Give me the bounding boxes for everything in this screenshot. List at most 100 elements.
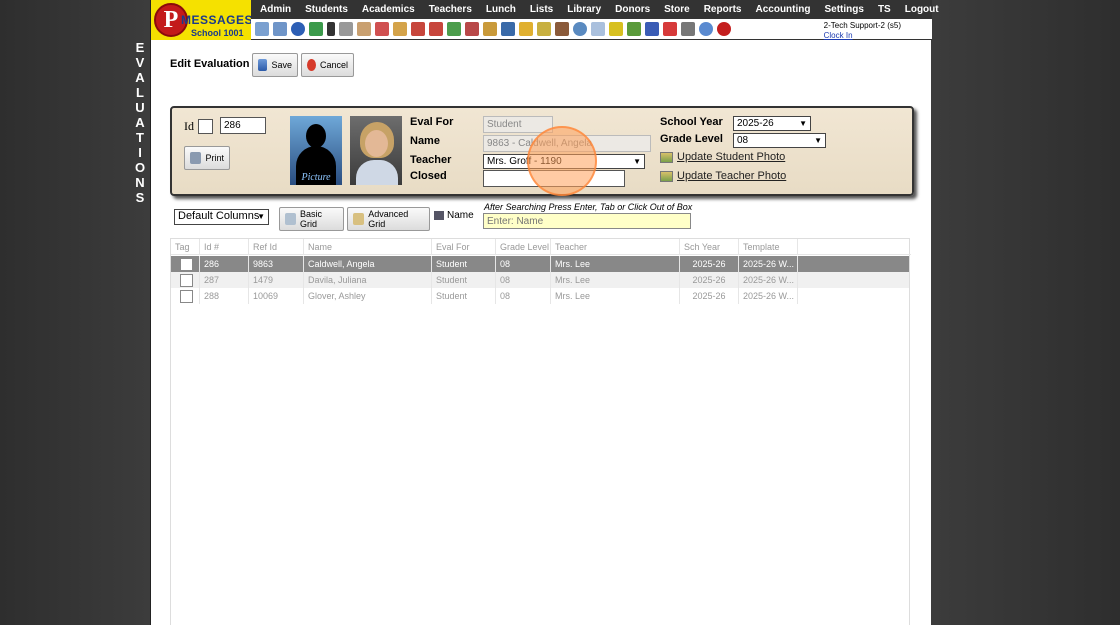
table-row[interactable]: 286 9863 Caldwell, Angela Student 08 Mrs… <box>171 256 909 272</box>
print-button[interactable]: Print <box>184 146 230 170</box>
col-eval-for[interactable]: Eval For <box>432 239 496 255</box>
col-template[interactable]: Template <box>739 239 798 255</box>
menu-store[interactable]: Store <box>657 0 697 19</box>
table-row[interactable]: 287 1479 Davila, Juliana Student 08 Mrs.… <box>171 272 909 288</box>
chart-icon[interactable] <box>627 22 641 36</box>
eval-for-label: Eval For <box>410 116 454 128</box>
advanced-grid-button[interactable]: Advanced Grid <box>347 207 430 231</box>
page-title: Edit Evaluation <box>170 58 250 70</box>
closed-field[interactable] <box>483 170 625 187</box>
search-hint: After Searching Press Enter, Tab or Clic… <box>484 202 693 212</box>
tag-checkbox[interactable] <box>198 119 213 134</box>
pdf-icon[interactable] <box>663 22 677 36</box>
grade-level-select[interactable]: 08 ▼ <box>733 133 826 148</box>
money-icon[interactable] <box>447 22 461 36</box>
photo-caption: Picture <box>301 172 331 183</box>
update-student-photo-label: Update Student Photo <box>677 151 786 163</box>
grade-level-value: 08 <box>737 135 749 146</box>
col-teacher[interactable]: Teacher <box>551 239 680 255</box>
school-year-select[interactable]: 2025-26 ▼ <box>733 116 811 131</box>
chevron-down-icon: ▼ <box>799 119 807 128</box>
left-background <box>0 0 150 625</box>
basic-grid-button[interactable]: Basic Grid <box>279 207 344 231</box>
users-icon[interactable] <box>555 22 569 36</box>
row-checkbox[interactable] <box>180 258 193 271</box>
col-tag[interactable]: Tag <box>171 239 200 255</box>
print-label: Print <box>205 153 224 163</box>
row-checkbox[interactable] <box>180 290 193 303</box>
menu-donors[interactable]: Donors <box>608 0 657 19</box>
book-icon[interactable] <box>501 22 515 36</box>
col-id[interactable]: Id # <box>200 239 249 255</box>
col-sch-year[interactable]: Sch Year <box>680 239 739 255</box>
pencil-icon[interactable] <box>519 22 533 36</box>
grid-edit-icon <box>353 213 365 225</box>
logo-school: School 1001 <box>191 28 244 38</box>
menu-teachers[interactable]: Teachers <box>422 0 479 19</box>
evaluation-form: Id 286 Print Picture Eval For Student Na… <box>170 106 914 196</box>
search-name-label-group: Name <box>434 210 474 221</box>
logo[interactable]: P MESSAGES School 1001 <box>151 0 251 40</box>
form-icon[interactable] <box>591 22 605 36</box>
menu-ts[interactable]: TS <box>871 0 898 19</box>
menu-students[interactable]: Students <box>298 0 355 19</box>
grid-icon[interactable] <box>273 22 287 36</box>
power-icon[interactable] <box>717 22 731 36</box>
update-teacher-photo-link[interactable]: Update Teacher Photo <box>660 170 786 182</box>
col-grade-level[interactable]: Grade Level <box>496 239 551 255</box>
megaphone-icon[interactable] <box>393 22 407 36</box>
search-name-label: Name <box>447 210 474 221</box>
user-info: 2-Tech Support-2 (s5) Clock In <box>824 21 901 41</box>
speaker-icon[interactable] <box>339 22 353 36</box>
person-icon[interactable] <box>411 22 425 36</box>
bus-icon[interactable] <box>609 22 623 36</box>
teacher-select-value: Mrs. Groff - 1190 <box>487 156 562 167</box>
chevron-down-icon: ▼ <box>633 157 641 166</box>
search-input[interactable] <box>483 213 691 229</box>
id-field[interactable]: 286 <box>220 117 266 134</box>
image-icon <box>660 170 673 182</box>
update-student-photo-link[interactable]: Update Student Photo <box>660 151 785 163</box>
search-icon[interactable] <box>255 22 269 36</box>
save-label: Save <box>271 60 292 70</box>
aplus-icon[interactable] <box>645 22 659 36</box>
menu-accounting[interactable]: Accounting <box>749 0 818 19</box>
calendar-icon[interactable] <box>375 22 389 36</box>
columns-select[interactable]: Default Columns ▼ <box>174 209 269 225</box>
cancel-button[interactable]: Cancel <box>301 53 354 77</box>
chat-icon[interactable] <box>309 22 323 36</box>
at-icon[interactable] <box>291 22 305 36</box>
col-ref-id[interactable]: Ref Id <box>249 239 304 255</box>
menu-lists[interactable]: Lists <box>523 0 560 19</box>
person-icon-2[interactable] <box>429 22 443 36</box>
teacher-select[interactable]: Mrs. Groff - 1190 ▼ <box>483 154 645 169</box>
cancel-label: Cancel <box>319 60 348 70</box>
list-icon[interactable] <box>357 22 371 36</box>
save-button[interactable]: Save <box>252 53 298 77</box>
app-window: P MESSAGES School 1001 Admin Students Ac… <box>150 0 939 625</box>
menu-logout[interactable]: Logout <box>898 0 946 19</box>
camera-icon[interactable] <box>681 22 695 36</box>
chevron-down-icon: ▼ <box>814 136 822 145</box>
menu-settings[interactable]: Settings <box>818 0 871 19</box>
menu-academics[interactable]: Academics <box>355 0 422 19</box>
menu-admin[interactable]: Admin <box>253 0 298 19</box>
card-icon[interactable] <box>483 22 497 36</box>
arrow-icon[interactable] <box>537 22 551 36</box>
row-checkbox[interactable] <box>180 274 193 287</box>
help-icon[interactable] <box>699 22 713 36</box>
col-name[interactable]: Name <box>304 239 432 255</box>
clock-in-link[interactable]: Clock In <box>824 31 901 41</box>
menu-reports[interactable]: Reports <box>697 0 749 19</box>
update-teacher-photo-label: Update Teacher Photo <box>677 170 787 182</box>
phone-icon[interactable] <box>327 22 335 36</box>
people-icon[interactable] <box>465 22 479 36</box>
gear-icon[interactable] <box>573 22 587 36</box>
id-label: Id <box>184 119 194 133</box>
table-row[interactable]: 288 10069 Glover, Ashley Student 08 Mrs.… <box>171 288 909 304</box>
menu-library[interactable]: Library <box>560 0 608 19</box>
eval-for-field: Student <box>483 116 553 133</box>
grade-level-label: Grade Level <box>660 133 723 145</box>
menu-lunch[interactable]: Lunch <box>479 0 523 19</box>
grid-header: Tag Id # Ref Id Name Eval For Grade Leve… <box>171 239 911 255</box>
